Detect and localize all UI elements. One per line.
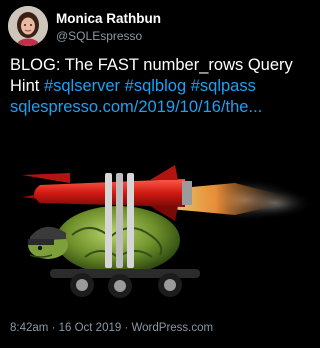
tweet-card: Monica Rathbun @SQLEspresso BLOG: The FA… [0, 0, 313, 348]
hashtag-sqlserver[interactable]: #sqlserver [44, 77, 120, 95]
hashtag-sqlblog[interactable]: #sqlblog [125, 77, 186, 95]
tweet-text: BLOG: The FAST number_rows Query Hint #s… [10, 55, 308, 118]
tweet-media[interactable] [0, 145, 313, 306]
turtle-rocket-image-icon [0, 145, 313, 306]
hashtag-sqlpass[interactable]: #sqlpass [191, 77, 256, 95]
tweet-time[interactable]: 8:42am [10, 322, 48, 334]
author-name[interactable]: Monica Rathbun [56, 11, 161, 26]
avatar-photo-icon [8, 6, 48, 46]
footer-separator: · [124, 322, 129, 334]
tweet-link[interactable]: sqlespresso.com/2019/10/16/the... [10, 98, 262, 116]
author-handle[interactable]: @SQLEspresso [56, 29, 142, 43]
tweet-source[interactable]: WordPress.com [132, 322, 214, 334]
footer-separator: · [51, 322, 56, 334]
tweet-footer: 8:42am · 16 Oct 2019 · WordPress.com [10, 322, 213, 334]
avatar[interactable] [8, 6, 48, 46]
tweet-date[interactable]: 16 Oct 2019 [59, 322, 122, 334]
